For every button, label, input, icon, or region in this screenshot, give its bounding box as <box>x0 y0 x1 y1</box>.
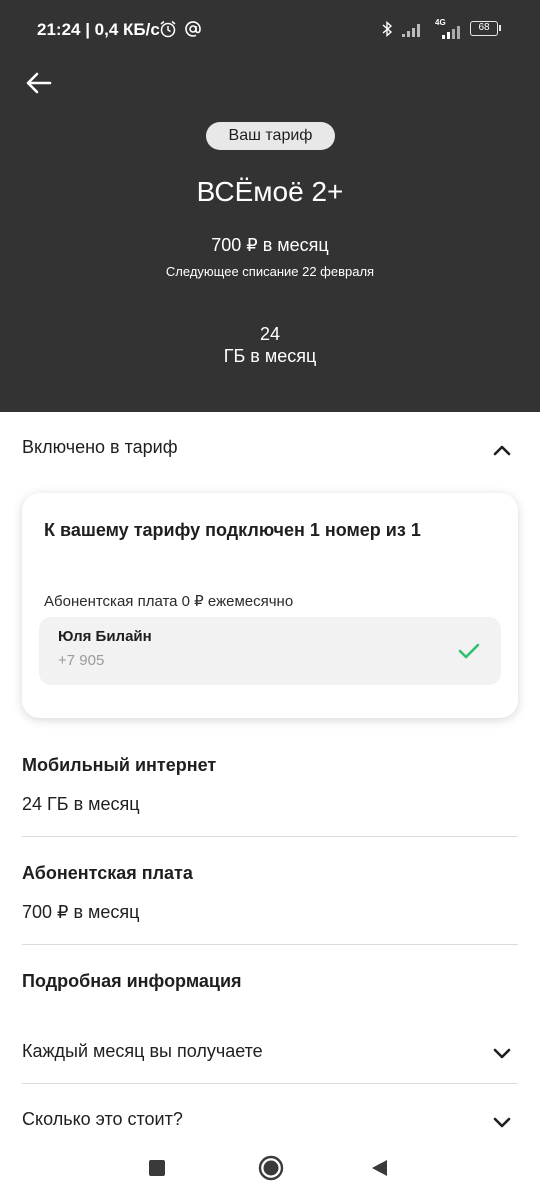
signal-4g-icon <box>442 26 460 39</box>
accordion-label: Сколько это стоит? <box>22 1109 183 1129</box>
divider <box>22 1083 518 1084</box>
recent-apps-icon[interactable] <box>148 1159 166 1177</box>
included-section-toggle[interactable]: Включено в тариф <box>0 420 540 480</box>
tariff-header: 21:24 | 0,4 КБ/с 4G 68 Ваш тариф ВСЁмоё … <box>0 0 540 412</box>
fee-value: 700 ₽ в месяц <box>22 902 140 922</box>
divider <box>22 836 518 837</box>
status-time: 21:24 | 0,4 КБ/с <box>37 20 160 39</box>
back-triangle-icon[interactable] <box>370 1159 388 1177</box>
member-row[interactable]: Юля Билайн +7 905 <box>39 617 501 685</box>
battery-level: 68 <box>478 22 490 33</box>
back-button[interactable] <box>22 66 56 100</box>
fee-title: Абонентская плата <box>22 863 193 883</box>
card-title: К вашему тарифу подключен 1 номер из 1 <box>44 520 421 540</box>
system-nav-bar <box>0 1135 540 1199</box>
bluetooth-icon <box>382 20 393 38</box>
check-icon <box>458 643 480 659</box>
battery-tip <box>499 25 501 31</box>
divider <box>22 944 518 945</box>
included-section-title: Включено в тариф <box>22 437 178 457</box>
data-allowance-value: 24 <box>259 324 281 344</box>
accordion-label: Каждый месяц вы получаете <box>22 1041 263 1061</box>
chevron-up-icon <box>493 445 511 456</box>
member-name: Юля Билайн <box>58 628 152 645</box>
status-bar: 21:24 | 0,4 КБ/с 4G 68 <box>0 0 540 60</box>
chevron-down-icon <box>493 1117 511 1128</box>
card-fee: Абонентская плата 0 ₽ ежемесячно <box>44 593 294 610</box>
data-allowance-unit: ГБ в месяц <box>223 346 317 366</box>
member-phone: +7 905 <box>58 652 105 669</box>
chevron-down-icon <box>493 1048 511 1059</box>
included-numbers-card: К вашему тарифу подключен 1 номер из 1 А… <box>22 493 518 718</box>
your-tariff-badge: Ваш тариф <box>206 122 335 150</box>
signal-icon <box>402 24 420 37</box>
accordion-monthly-benefits[interactable]: Каждый месяц вы получаете <box>0 1041 540 1101</box>
arrow-left-icon <box>26 72 52 94</box>
tariff-price: 700 ₽ в месяц <box>211 235 329 255</box>
internet-value: 24 ГБ в месяц <box>22 794 140 814</box>
battery-icon: 68 <box>470 21 498 36</box>
tariff-name: ВСЁмоё 2+ <box>196 176 344 207</box>
alarm-icon <box>160 20 176 38</box>
home-icon[interactable] <box>258 1155 284 1181</box>
details-title: Подробная информация <box>22 971 242 991</box>
phone-redaction <box>127 649 202 673</box>
internet-title: Мобильный интернет <box>22 755 217 775</box>
next-charge-date: Следующее списание 22 февраля <box>165 264 375 279</box>
at-sign-icon <box>185 21 201 37</box>
